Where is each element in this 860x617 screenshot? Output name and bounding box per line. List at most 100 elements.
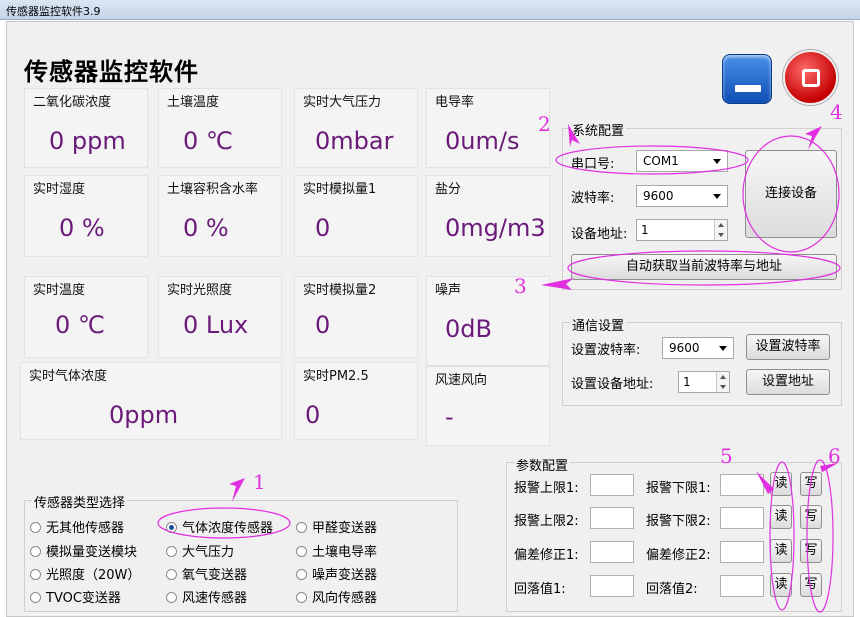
radio-tvoc[interactable]: TVOC变送器 bbox=[30, 587, 121, 606]
write-button-2[interactable]: 写 bbox=[800, 505, 822, 529]
comm-config-title: 通信设置 bbox=[570, 315, 627, 334]
close-button[interactable] bbox=[783, 50, 838, 105]
read-button-2[interactable]: 读 bbox=[770, 505, 792, 529]
baud-label: 波特率: bbox=[571, 191, 615, 206]
tile-label: 实时大气压力 bbox=[303, 95, 382, 110]
radio-wind-speed[interactable]: 风速传感器 bbox=[166, 587, 247, 606]
annotation-label-3: 3 bbox=[514, 274, 527, 298]
baud-select[interactable]: 9600 bbox=[636, 185, 728, 207]
tile-label: 二氧化碳浓度 bbox=[33, 95, 112, 110]
tile-label: 土壤容积含水率 bbox=[167, 182, 259, 197]
tile-value: 0um/s bbox=[445, 127, 520, 155]
annotation-label-6: 6 bbox=[828, 444, 841, 468]
minimize-button[interactable] bbox=[722, 54, 772, 104]
radio-wind-direction[interactable]: 风向传感器 bbox=[296, 587, 377, 606]
radio-noise[interactable]: 噪声变送器 bbox=[296, 564, 377, 583]
address-spinner[interactable]: 1 bbox=[636, 219, 728, 241]
tile-soil-moisture: 土壤容积含水率 0 % bbox=[158, 175, 282, 257]
sensor-type-title: 传感器类型选择 bbox=[32, 492, 128, 511]
read-button-4[interactable]: 读 bbox=[770, 573, 792, 597]
read-button-1[interactable]: 读 bbox=[770, 472, 792, 496]
set-baud-select[interactable]: 9600 bbox=[662, 337, 734, 359]
write-button-1[interactable]: 写 bbox=[800, 472, 822, 496]
radio-analog-module[interactable]: 模拟量变送模块 bbox=[30, 541, 137, 560]
tile-wind: 风速风向 - bbox=[426, 366, 550, 446]
radio-label: 甲醛变送器 bbox=[312, 521, 378, 536]
tile-label: 实时湿度 bbox=[33, 182, 86, 197]
offset1-input[interactable] bbox=[590, 541, 634, 563]
set-address-label: 设置设备地址: bbox=[571, 377, 654, 392]
alarm-high1-label: 报警上限1: bbox=[514, 481, 579, 496]
annotation-label-5: 5 bbox=[720, 444, 733, 468]
tile-value: 0dB bbox=[445, 315, 492, 343]
alarm-high2-input[interactable] bbox=[590, 507, 634, 529]
tile-gas: 实时气体浓度 0ppm bbox=[20, 362, 282, 440]
tile-value: 0 % bbox=[59, 214, 105, 242]
radio-label: 气体浓度传感器 bbox=[182, 521, 274, 536]
alarm-low2-input[interactable] bbox=[720, 507, 764, 529]
alarm-low1-label: 报警下限1: bbox=[646, 481, 711, 496]
tile-value: 0 ℃ bbox=[55, 311, 105, 339]
port-select[interactable]: COM1 bbox=[636, 150, 728, 172]
param-config-title: 参数配置 bbox=[514, 455, 571, 474]
radio-label: 模拟量变送模块 bbox=[46, 545, 138, 560]
tile-value: 0 Lux bbox=[183, 311, 249, 339]
set-address-value: 1 bbox=[683, 375, 691, 389]
radio-pressure[interactable]: 大气压力 bbox=[166, 541, 234, 560]
chevron-down-icon bbox=[713, 159, 721, 164]
annotation-label-4: 4 bbox=[830, 100, 843, 124]
tile-pressure: 实时大气压力 0mbar bbox=[294, 88, 418, 168]
alarm-low1-input[interactable] bbox=[720, 474, 764, 496]
radio-selected-icon bbox=[166, 522, 177, 533]
minimize-icon bbox=[735, 85, 761, 92]
radio-icon bbox=[166, 546, 177, 557]
alarm-high1-input[interactable] bbox=[590, 474, 634, 496]
radio-label: 噪声变送器 bbox=[312, 568, 378, 583]
radio-oxygen[interactable]: 氧气变送器 bbox=[166, 564, 247, 583]
set-address-button[interactable]: 设置地址 bbox=[746, 369, 830, 395]
write-button-4[interactable]: 写 bbox=[800, 573, 822, 597]
chevron-down-icon bbox=[713, 194, 721, 199]
radio-no-other-sensor[interactable]: 无其他传感器 bbox=[30, 517, 124, 536]
radio-label: 风速传感器 bbox=[182, 591, 248, 606]
set-address-spinner[interactable]: 1 bbox=[678, 371, 730, 393]
tile-noise: 噪声 0dB bbox=[426, 276, 550, 366]
port-label: 串口号: bbox=[571, 157, 615, 172]
read-button-3[interactable]: 读 bbox=[770, 539, 792, 563]
fallback1-input[interactable] bbox=[590, 575, 634, 597]
tile-salinity: 盐分 0mg/m3 bbox=[426, 175, 550, 257]
radio-label: TVOC变送器 bbox=[46, 591, 121, 606]
title-bar: 传感器监控软件3.9 bbox=[0, 0, 860, 20]
radio-label: 风向传感器 bbox=[312, 591, 378, 606]
spinner-arrows-icon[interactable] bbox=[714, 220, 727, 240]
radio-icon bbox=[296, 546, 307, 557]
tile-value: 0 bbox=[315, 214, 331, 242]
tile-illuminance: 实时光照度 0 Lux bbox=[158, 276, 282, 358]
set-baud-value: 9600 bbox=[669, 341, 700, 355]
fallback2-input[interactable] bbox=[720, 575, 764, 597]
window-title: 传感器监控软件3.9 bbox=[6, 5, 101, 18]
spinner-arrows-icon[interactable] bbox=[716, 372, 729, 392]
offset2-input[interactable] bbox=[720, 541, 764, 563]
tile-label: 噪声 bbox=[435, 283, 462, 298]
offset1-label: 偏差修正1: bbox=[514, 548, 579, 563]
radio-formaldehyde[interactable]: 甲醛变送器 bbox=[296, 517, 377, 536]
radio-soil-conductivity[interactable]: 土壤电导率 bbox=[296, 541, 377, 560]
radio-label: 光照度（20W） bbox=[46, 568, 141, 583]
tile-value: 0 bbox=[315, 311, 331, 339]
connect-button[interactable]: 连接设备 bbox=[745, 150, 837, 238]
set-baud-button[interactable]: 设置波特率 bbox=[746, 334, 830, 360]
write-button-3[interactable]: 写 bbox=[800, 539, 822, 563]
radio-gas-sensor[interactable]: 气体浓度传感器 bbox=[166, 517, 273, 536]
annotation-label-2: 2 bbox=[538, 112, 551, 136]
tile-label: 风速风向 bbox=[435, 373, 488, 388]
radio-label: 土壤电导率 bbox=[312, 545, 378, 560]
address-value: 1 bbox=[641, 223, 649, 237]
radio-label: 大气压力 bbox=[182, 545, 235, 560]
radio-illuminance[interactable]: 光照度（20W） bbox=[30, 564, 140, 583]
auto-detect-button[interactable]: 自动获取当前波特率与地址 bbox=[571, 254, 837, 280]
tile-label: 实时温度 bbox=[33, 283, 86, 298]
radio-icon bbox=[296, 522, 307, 533]
tile-label: 实时模拟量2 bbox=[303, 283, 377, 298]
stop-icon bbox=[802, 69, 820, 87]
